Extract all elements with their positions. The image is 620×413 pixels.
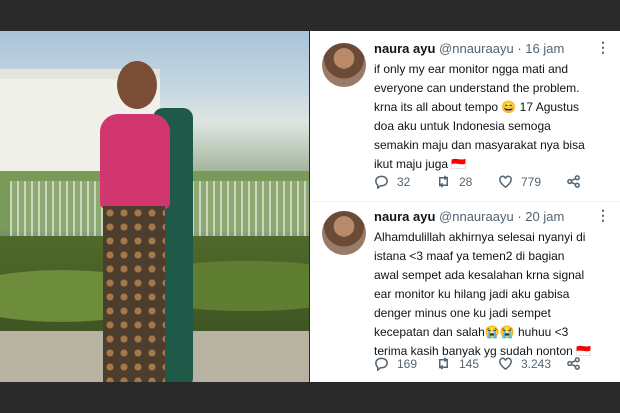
pink-kebaya <box>100 114 170 209</box>
display-name[interactable]: naura ayu <box>374 41 435 56</box>
like-button[interactable]: 779 <box>498 174 541 189</box>
tweet-text: Alhamdulillah akhirnya selesai nyanyi di… <box>374 230 592 358</box>
tweet-actions: 32 28 779 <box>374 174 614 190</box>
reply-icon <box>375 175 388 189</box>
reply-button[interactable]: 169 <box>374 356 417 371</box>
separator: · <box>517 209 522 224</box>
tweet-header: naura ayu @nnauraayu · 16 jam <box>374 41 564 56</box>
share-button[interactable] <box>566 356 581 371</box>
like-count: 3.243 <box>521 356 552 371</box>
retweet-button[interactable]: 145 <box>436 356 479 371</box>
reply-count: 169 <box>397 356 418 371</box>
like-count: 779 <box>521 174 542 189</box>
tweets-panel: naura ayu @nnauraayu · 16 jam ⋮ if only … <box>310 31 620 382</box>
timestamp[interactable]: 16 jam <box>525 41 564 56</box>
photo <box>0 31 309 382</box>
share-button[interactable] <box>566 174 581 189</box>
tweet[interactable]: naura ayu @nnauraayu · 20 jam ⋮ Alhamdul… <box>310 207 620 379</box>
like-button[interactable]: 3.243 <box>498 356 551 371</box>
tweet-text: if only my ear monitor ngga mati and eve… <box>374 62 585 171</box>
share-icon <box>567 175 580 188</box>
tweet-actions: 169 145 3.243 <box>374 356 614 372</box>
batik-skirt <box>103 206 165 382</box>
tweet-header: naura ayu @nnauraayu · 20 jam <box>374 209 564 224</box>
retweet-icon <box>439 357 448 370</box>
reply-button[interactable]: 32 <box>374 174 410 189</box>
retweet-button[interactable]: 28 <box>436 174 472 189</box>
like-icon <box>499 175 512 189</box>
retweet-count: 28 <box>459 174 473 189</box>
avatar[interactable] <box>322 43 366 87</box>
retweet-icon <box>439 175 448 188</box>
retweet-count: 145 <box>459 356 480 371</box>
timestamp[interactable]: 20 jam <box>525 209 564 224</box>
display-name[interactable]: naura ayu <box>374 209 435 224</box>
handle[interactable]: @nnauraayu <box>439 41 514 56</box>
handle[interactable]: @nnauraayu <box>439 209 514 224</box>
person <box>95 56 205 382</box>
tweet[interactable]: naura ayu @nnauraayu · 16 jam ⋮ if only … <box>310 39 620 201</box>
more-icon[interactable]: ⋮ <box>596 207 610 224</box>
reply-icon <box>375 357 388 371</box>
head <box>117 61 157 109</box>
avatar[interactable] <box>322 211 366 255</box>
share-icon <box>567 357 580 370</box>
more-icon[interactable]: ⋮ <box>596 39 610 56</box>
like-icon <box>499 357 512 371</box>
separator: · <box>517 41 522 56</box>
reply-count: 32 <box>397 174 411 189</box>
tweet-divider <box>310 201 620 202</box>
